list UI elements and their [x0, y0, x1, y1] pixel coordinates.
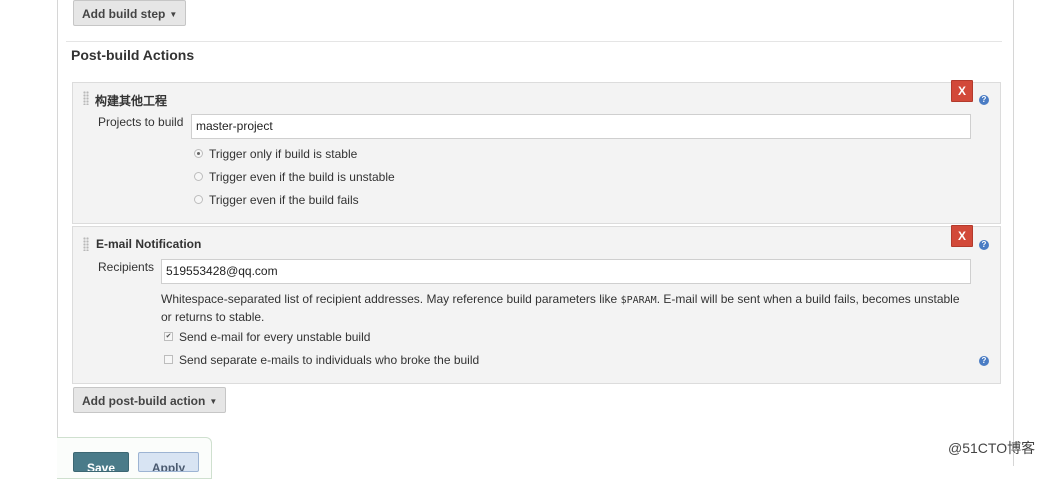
radio-icon[interactable] [194, 195, 203, 205]
trigger-stable-label: Trigger only if build is stable [209, 147, 358, 161]
unstable-build-label: Send e-mail for every unstable build [179, 330, 371, 344]
watermark: @51CTO博客 [948, 440, 1036, 456]
trigger-unstable-label: Trigger even if the build is unstable [209, 170, 395, 184]
build-other-projects-title: 构建其他工程 [95, 94, 168, 108]
caret-down-icon: ▼ [169, 10, 178, 19]
drag-handle-icon[interactable] [83, 91, 89, 105]
post-build-title: Post-build Actions [71, 47, 195, 63]
checkbox-checked-icon[interactable]: ✔ [164, 332, 173, 342]
trigger-fails-label: Trigger even if the build fails [209, 193, 359, 207]
param-code: $PARAM [620, 295, 657, 306]
projects-to-build-input[interactable]: master-project [191, 114, 971, 139]
recipients-input[interactable]: 519553428@qq.com [161, 259, 971, 284]
save-button[interactable]: Save [73, 452, 129, 472]
email-notification-title: E-mail Notification [96, 237, 202, 251]
help-icon[interactable]: ? [979, 356, 989, 366]
delete-build-other-projects-button[interactable]: X [951, 80, 973, 102]
delete-email-notification-button[interactable]: X [951, 225, 973, 247]
projects-to-build-label: Projects to build [98, 115, 184, 129]
add-post-build-action-button[interactable]: Add post-build action ▼ [73, 387, 227, 413]
section-divider [66, 41, 1002, 42]
checkbox-icon[interactable] [164, 355, 173, 365]
add-post-build-action-label: Add post-build action [82, 394, 206, 408]
recipients-label: Recipients [98, 260, 155, 274]
drag-handle-icon[interactable] [83, 237, 89, 251]
separate-emails-label: Send separate e-mails to individuals who… [179, 353, 480, 367]
trigger-unstable-option[interactable]: Trigger even if the build is unstable [194, 170, 395, 184]
recipients-description: Whitespace-separated list of recipient a… [161, 291, 961, 325]
help-icon[interactable]: ? [979, 240, 989, 250]
separate-emails-checkbox-row[interactable]: Send separate e-mails to individuals who… [164, 353, 479, 367]
unstable-build-checkbox-row[interactable]: ✔ Send e-mail for every unstable build [164, 330, 370, 344]
add-build-step-label: Add build step [82, 7, 166, 21]
caret-down-icon: ▼ [209, 397, 218, 406]
radio-selected-icon[interactable] [194, 149, 203, 159]
apply-button[interactable]: Apply [138, 452, 199, 472]
trigger-stable-option[interactable]: Trigger only if build is stable [194, 147, 357, 161]
radio-icon[interactable] [194, 172, 203, 182]
description-text: Whitespace-separated list of recipient a… [161, 292, 621, 306]
help-icon[interactable]: ? [979, 95, 989, 105]
add-build-step-button[interactable]: Add build step ▼ [73, 0, 187, 26]
trigger-fails-option[interactable]: Trigger even if the build fails [194, 193, 359, 207]
